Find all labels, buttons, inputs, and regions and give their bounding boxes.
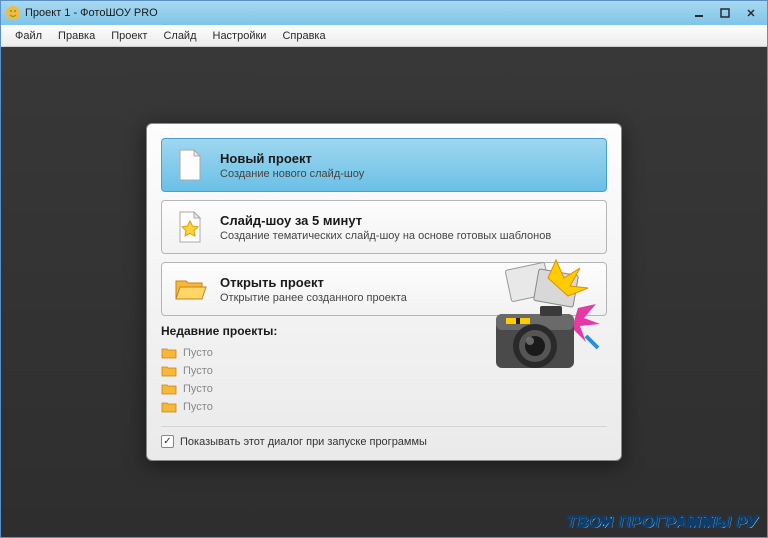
- app-window: Проект 1 - ФотоШОУ PRO Файл Правка Проек…: [0, 0, 768, 538]
- titlebar: Проект 1 - ФотоШОУ PRO: [1, 1, 767, 25]
- recent-projects: Недавние проекты: Пусто Пусто Пусто Пуст…: [161, 324, 607, 416]
- option-title: Новый проект: [220, 151, 596, 166]
- minimize-icon: [694, 8, 704, 18]
- folder-icon: [161, 400, 177, 414]
- option-desc: Создание тематических слайд-шоу на основ…: [220, 230, 596, 242]
- close-button[interactable]: [739, 5, 763, 21]
- close-icon: [746, 8, 756, 18]
- minimize-button[interactable]: [687, 5, 711, 21]
- recent-item[interactable]: Пусто: [161, 344, 607, 362]
- maximize-button[interactable]: [713, 5, 737, 21]
- show-dialog-checkbox-row: ✓ Показывать этот диалог при запуске про…: [161, 426, 607, 448]
- option-text: Слайд-шоу за 5 минут Создание тематическ…: [220, 213, 596, 242]
- recent-heading: Недавние проекты:: [161, 324, 607, 338]
- maximize-icon: [720, 8, 730, 18]
- option-title: Слайд-шоу за 5 минут: [220, 213, 596, 228]
- folder-icon: [161, 346, 177, 360]
- recent-item[interactable]: Пусто: [161, 380, 607, 398]
- recent-label: Пусто: [183, 365, 213, 377]
- recent-label: Пусто: [183, 401, 213, 413]
- menu-project[interactable]: Проект: [105, 28, 153, 44]
- option-desc: Открытие ранее созданного проекта: [220, 292, 596, 304]
- app-icon: [5, 5, 21, 21]
- option-desc: Создание нового слайд-шоу: [220, 168, 596, 180]
- window-controls: [687, 5, 763, 21]
- window-title: Проект 1 - ФотоШОУ PRO: [25, 7, 687, 19]
- folder-icon: [161, 364, 177, 378]
- menu-help[interactable]: Справка: [276, 28, 331, 44]
- option-text: Открыть проект Открытие ранее созданного…: [220, 275, 596, 304]
- show-dialog-checkbox[interactable]: ✓: [161, 435, 174, 448]
- menubar: Файл Правка Проект Слайд Настройки Справ…: [1, 25, 767, 47]
- workspace: Новый проект Создание нового слайд-шоу С…: [1, 47, 767, 537]
- star-document-icon: [172, 209, 208, 245]
- option-new-project[interactable]: Новый проект Создание нового слайд-шоу: [161, 138, 607, 192]
- folder-icon: [161, 382, 177, 396]
- option-quick-slideshow[interactable]: Слайд-шоу за 5 минут Создание тематическ…: [161, 200, 607, 254]
- recent-item[interactable]: Пусто: [161, 398, 607, 416]
- recent-label: Пусто: [183, 383, 213, 395]
- recent-label: Пусто: [183, 347, 213, 359]
- menu-slide[interactable]: Слайд: [157, 28, 202, 44]
- start-dialog: Новый проект Создание нового слайд-шоу С…: [146, 123, 622, 461]
- option-open-project[interactable]: Открыть проект Открытие ранее созданного…: [161, 262, 607, 316]
- menu-settings[interactable]: Настройки: [207, 28, 273, 44]
- folder-open-icon: [172, 271, 208, 307]
- menu-edit[interactable]: Правка: [52, 28, 101, 44]
- recent-item[interactable]: Пусто: [161, 362, 607, 380]
- option-text: Новый проект Создание нового слайд-шоу: [220, 151, 596, 180]
- document-icon: [172, 147, 208, 183]
- menu-file[interactable]: Файл: [9, 28, 48, 44]
- option-title: Открыть проект: [220, 275, 596, 290]
- checkbox-label: Показывать этот диалог при запуске прогр…: [180, 436, 427, 448]
